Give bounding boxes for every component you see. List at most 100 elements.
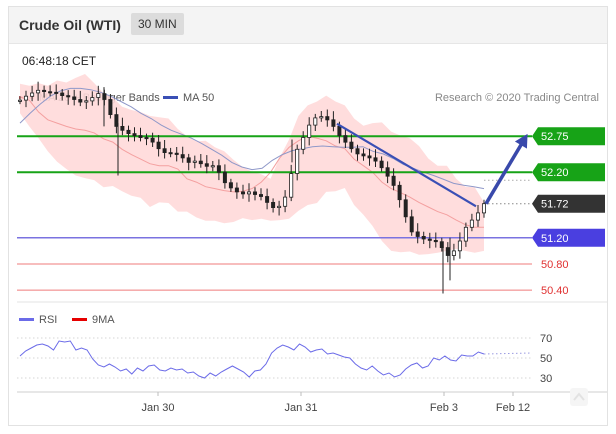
candle-body: [415, 231, 420, 237]
candle-body: [313, 117, 318, 126]
candle-body: [162, 148, 167, 153]
candle-body: [379, 160, 384, 169]
candle-body: [246, 191, 251, 195]
candle-body: [289, 173, 294, 198]
candle-body: [186, 157, 191, 163]
candle-body: [180, 154, 185, 159]
x-tick-label: Feb 12: [496, 402, 530, 414]
rsi-line: [19, 340, 485, 379]
ma50-legend-label: MA 50: [183, 92, 214, 104]
candle-body: [258, 194, 263, 197]
candle-body: [252, 191, 257, 195]
candle-body: [168, 152, 173, 155]
candle-body: [355, 148, 360, 155]
x-tick-label: Feb 3: [430, 402, 458, 414]
level-52-20-label: 52.20: [541, 167, 569, 179]
candle-body: [373, 157, 378, 162]
candle-body: [126, 129, 131, 135]
candle-body: [48, 91, 53, 94]
candle-body: [343, 135, 348, 143]
level-51-20-label: 51.20: [541, 233, 569, 245]
candle-body: [66, 95, 71, 98]
candle-body: [174, 152, 179, 155]
candle-body: [295, 148, 300, 174]
candle-body: [228, 182, 233, 189]
candle-body: [265, 196, 270, 203]
candle-body: [481, 203, 486, 214]
price-plot: 52.75 52.20 51.72 51.20 50.80 50.40: [17, 74, 605, 297]
rsi-tick-label: 70: [540, 333, 552, 345]
candle-body: [469, 219, 474, 228]
candle-body: [90, 97, 95, 102]
candle-body: [421, 235, 426, 240]
x-axis: Jan 30 Jan 31 Feb 3 Feb 12: [141, 392, 530, 414]
candle-body: [60, 92, 65, 96]
rsi-ma-legend-swatch: [72, 318, 87, 321]
candle-body: [78, 99, 83, 103]
candle-body: [23, 95, 28, 101]
candle-body: [120, 126, 125, 131]
candle-body: [234, 187, 239, 193]
candle-body: [198, 160, 203, 165]
candle-body: [42, 89, 47, 93]
candle-body: [271, 201, 276, 208]
candle-body: [84, 100, 89, 103]
candle-body: [156, 141, 161, 150]
candle-body: [216, 165, 221, 173]
rsi-tick-label: 30: [540, 373, 552, 385]
candle-body: [409, 216, 414, 233]
candle-body: [108, 99, 113, 116]
rsi-tick-label: 50: [540, 353, 552, 365]
candle-body: [361, 153, 366, 157]
candle-body: [307, 124, 312, 138]
candle-body: [17, 99, 22, 102]
candle-body: [397, 184, 402, 201]
level-50-80-label: 50.80: [541, 259, 569, 271]
candle-body: [30, 92, 35, 97]
candle-body: [325, 116, 330, 121]
candle-body: [319, 116, 324, 119]
level-52-75-label: 52.75: [541, 131, 569, 143]
candle-body: [144, 137, 149, 140]
candle-body: [240, 191, 245, 195]
candle-body: [427, 238, 432, 241]
ma50-legend-swatch: [163, 96, 178, 99]
level-50-40-label: 50.40: [541, 285, 569, 297]
data-credit: Research © 2020 Trading Central: [435, 92, 599, 104]
candle-body: [391, 175, 396, 186]
candle-body: [138, 135, 143, 139]
candle-body: [72, 96, 77, 100]
candle-body: [433, 239, 438, 243]
candle-body: [349, 141, 354, 150]
candle-body: [337, 126, 342, 137]
bollinger-band: [20, 74, 484, 255]
candle-body: [385, 167, 390, 177]
candle-body: [301, 137, 306, 150]
x-tick-label: Jan 30: [141, 402, 174, 414]
candle-body: [331, 119, 336, 127]
rsi-ma-guide: [483, 352, 533, 355]
price-chart: MA 20 + Bollinger Bands MA 50 Research ©…: [17, 74, 607, 414]
rsi-ma-legend-label: 9MA: [92, 314, 115, 326]
candle-body: [283, 196, 288, 207]
candle-body: [192, 160, 197, 163]
rsi-plot: 70 50 30: [17, 333, 552, 385]
rsi-legend-label: RSI: [39, 314, 57, 326]
rsi-legend-swatch: [19, 318, 34, 321]
projection-arrow-line: [484, 137, 527, 205]
candle-body: [475, 212, 480, 221]
candle-body: [210, 165, 215, 168]
candle-body: [132, 133, 137, 137]
scroll-up-button[interactable]: [570, 388, 588, 406]
candle-body: [150, 137, 155, 143]
x-tick-label: Jan 31: [284, 402, 317, 414]
candle-body: [463, 226, 468, 242]
candle-body: [403, 199, 408, 218]
candle-body: [451, 250, 456, 256]
candle-body: [445, 247, 450, 256]
candle-body: [96, 93, 101, 98]
candle-body: [367, 155, 372, 159]
candle-body: [222, 171, 227, 184]
candle-body: [54, 91, 59, 94]
candle-body: [277, 205, 282, 209]
